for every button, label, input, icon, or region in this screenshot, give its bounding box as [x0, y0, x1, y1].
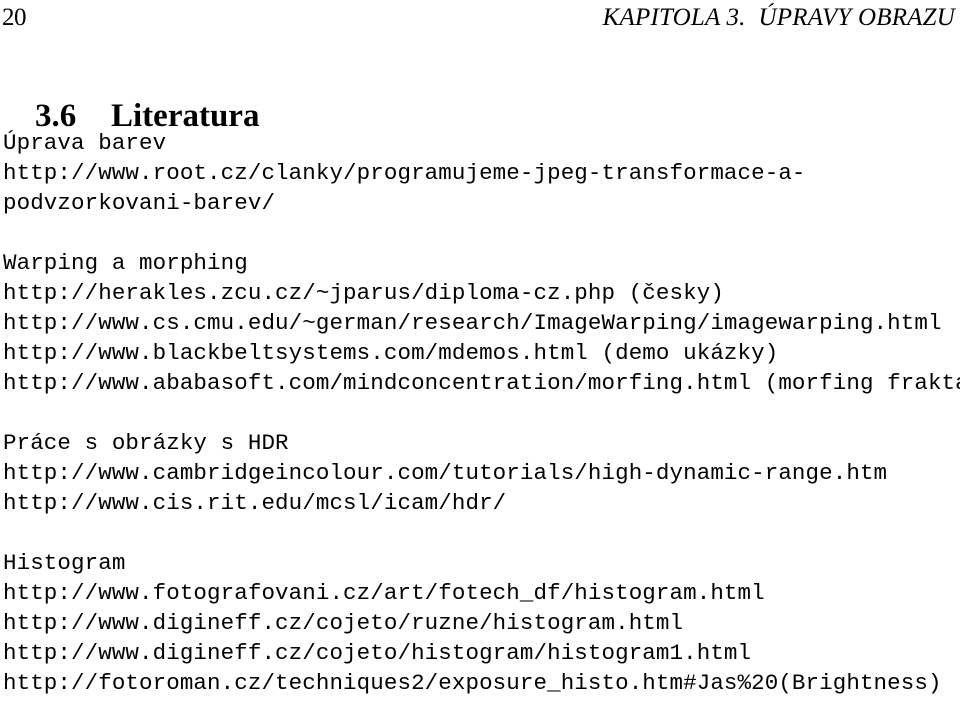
reference-url: http://www.digineff.cz/cojeto/histogram/…	[3, 640, 752, 666]
reference-url: http://fotoroman.cz/techniques2/exposure…	[3, 670, 942, 696]
running-head-title: KAPITOLA 3. ÚPRAVY OBRAZU	[602, 4, 955, 31]
reference-url: podvzorkovani-barev/	[3, 190, 276, 216]
reference-url: http://www.fotografovani.cz/art/fotech_d…	[3, 580, 765, 606]
reference-url: http://herakles.zcu.cz/~jparus/diploma-c…	[3, 280, 724, 306]
topic-heading: Práce s obrázky s HDR	[3, 430, 289, 456]
literature-list: Úprava barev http://www.root.cz/clanky/pr…	[3, 128, 960, 698]
topic-heading: Warping a morphing	[3, 250, 248, 276]
reference-url: http://www.blackbeltsystems.com/mdemos.h…	[3, 340, 779, 366]
reference-url: http://www.cambridgeincolour.com/tutoria…	[3, 460, 888, 486]
running-head: 20 KAPITOLA 3. ÚPRAVY OBRAZU	[0, 4, 960, 34]
reference-url: http://www.cs.cmu.edu/~german/research/I…	[3, 310, 942, 336]
reference-url: http://www.root.cz/clanky/programujeme-j…	[3, 160, 806, 186]
document-page: 20 KAPITOLA 3. ÚPRAVY OBRAZU 3.6 Literatu…	[0, 0, 960, 705]
topic-heading: Úprava barev	[3, 130, 167, 156]
topic-heading: Histogram	[3, 550, 126, 576]
reference-url: http://www.digineff.cz/cojeto/ruzne/hist…	[3, 610, 684, 636]
reference-url: http://www.cis.rit.edu/mcsl/icam/hdr/	[3, 490, 507, 516]
reference-url: http://www.ababasoft.com/mindconcentrati…	[3, 370, 960, 396]
